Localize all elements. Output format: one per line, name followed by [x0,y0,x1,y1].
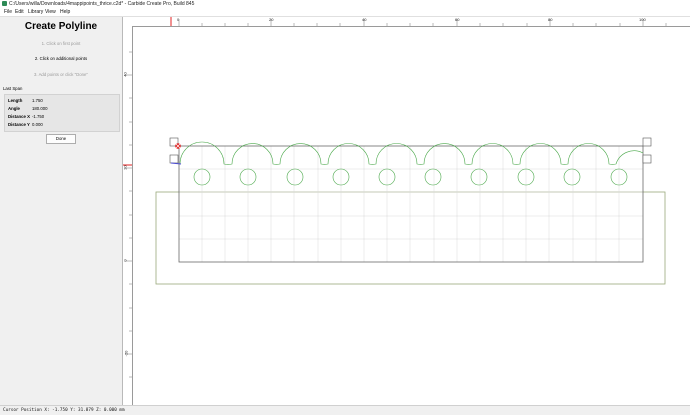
polyline-wave [179,141,644,165]
menu-file[interactable]: File [4,8,12,16]
span-value: 180.000 [32,106,48,111]
span-value: -1.750 [32,114,45,119]
handle-top-right [642,137,652,147]
design-canvas[interactable] [133,27,690,405]
left-ruler-label: 0 [122,259,128,262]
hole-circles [193,168,628,186]
span-key: Distance X [8,114,30,119]
handle-mid-right [642,154,652,164]
active-segment [170,162,182,165]
left-ruler-label: 40 [122,72,128,77]
menu-library[interactable]: Library [28,8,43,16]
menu-view[interactable]: View [45,8,56,16]
span-row-distance-y: Distance Y 0.000 [8,122,43,128]
span-key: Length [8,98,23,103]
span-row-distance-x: Distance X -1.750 [8,114,44,120]
menu-edit[interactable]: Edit [15,8,24,16]
top-ruler: 0 20 40 60 80 100 [123,17,690,27]
step-2: 2. Click on additional points [34,56,88,61]
top-ruler-label: 100 [639,17,646,22]
left-ruler-ticks [123,51,132,378]
panel-heading: Create Polyline [24,21,98,32]
left-ruler-label: 20 [122,165,128,170]
material-outline [178,145,644,263]
top-ruler-label: 80 [548,17,553,22]
app-icon [2,1,7,6]
menu-help[interactable]: Help [60,8,70,16]
title-bar: C:/Users/willa/Downloads/4mappipoints_th… [0,0,690,8]
done-button[interactable]: Done [46,134,76,144]
top-ruler-label: 40 [362,17,367,22]
left-ruler: 40 20 0 -20 [123,26,133,405]
cursor-marker-icon [174,142,182,150]
grid-lines [179,146,643,262]
last-span-label: Last Span [3,86,23,91]
span-key: Distance Y [8,122,30,127]
span-value: 0.000 [32,122,43,127]
span-value: 1.750 [32,98,43,103]
span-row-angle: Angle 180.000 [8,106,48,112]
top-ruler-label: 0 [177,17,180,22]
step-3: 3. Add points or click "Done" [34,72,88,77]
tool-panel: Create Polyline 1. Click on first point … [0,17,122,405]
window-title: C:/Users/willa/Downloads/4mappipoints_th… [9,1,195,7]
step-1: 1. Click on first point [41,41,81,46]
handle-mid-left [169,154,179,164]
menu-bar: File Edit Library View Help [0,8,690,17]
top-ruler-label: 20 [269,17,274,22]
top-ruler-label: 60 [455,17,460,22]
drawing-surface[interactable] [133,27,690,405]
left-ruler-label: -20 [123,350,129,357]
stock-outline [155,191,666,285]
top-ruler-ticks [170,17,667,26]
span-key: Angle [8,106,20,111]
span-row-length: Length 1.750 [8,98,43,104]
